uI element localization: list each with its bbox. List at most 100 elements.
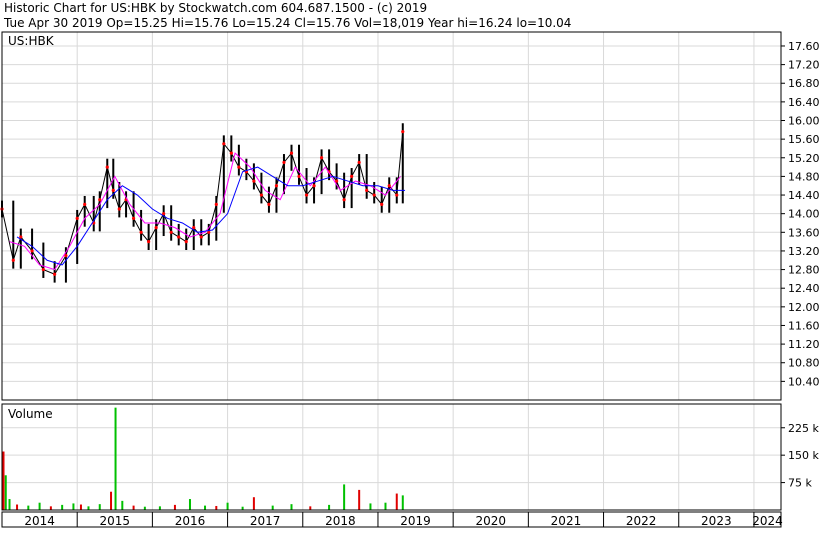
price-tick-label: 13.60 xyxy=(788,226,820,239)
price-point xyxy=(319,156,324,160)
volume-bar xyxy=(61,504,64,510)
price-point xyxy=(387,184,391,188)
price-tick-label: 12.00 xyxy=(788,301,820,314)
volume-chart-title: Volume xyxy=(8,407,53,421)
volume-bar xyxy=(369,503,372,510)
volume-bar xyxy=(87,506,90,510)
volume-bar xyxy=(271,505,274,510)
price-point xyxy=(184,240,188,244)
x-axis-label: 2024 xyxy=(752,514,783,528)
price-point xyxy=(289,151,294,155)
volume-bar xyxy=(110,491,113,510)
price-point xyxy=(395,193,399,197)
price-tick-label: 17.20 xyxy=(788,59,820,72)
price-tick-label: 10.40 xyxy=(788,375,820,388)
price-tick-label: 13.20 xyxy=(788,245,820,258)
volume-bar xyxy=(16,504,19,510)
price-point xyxy=(237,165,241,169)
price-tick-label: 12.40 xyxy=(788,282,820,295)
chart-header-line2: Tue Apr 30 2019 Op=15.25 Hi=15.76 Lo=15.… xyxy=(3,16,571,30)
x-axis-label: 2017 xyxy=(250,514,281,528)
volume-bar xyxy=(8,499,11,510)
price-point xyxy=(214,202,218,206)
price-point xyxy=(53,272,57,276)
volume-bar xyxy=(343,484,346,510)
volume-bar xyxy=(132,505,135,510)
price-point xyxy=(83,202,87,206)
price-tick-label: 15.60 xyxy=(788,133,820,146)
volume-bar xyxy=(72,503,75,510)
volume-tick-label: 150 k xyxy=(788,449,819,462)
moving-average-long xyxy=(16,166,406,266)
price-point xyxy=(312,184,316,188)
price-point xyxy=(98,198,102,202)
price-point xyxy=(199,235,203,239)
price-tick-label: 16.40 xyxy=(788,96,820,109)
price-point xyxy=(117,207,121,211)
volume-bar xyxy=(158,506,161,510)
volume-tick-label: 225 k xyxy=(788,422,819,435)
chart-canvas: Historic Chart for US:HBK by Stockwatch.… xyxy=(0,1,820,528)
volume-bar xyxy=(38,502,41,510)
x-axis-label: 2015 xyxy=(100,514,131,528)
stock-chart: Historic Chart for US:HBK by Stockwatch.… xyxy=(0,0,830,543)
volume-bar xyxy=(121,500,124,510)
price-point xyxy=(357,160,361,165)
x-axis-label: 2014 xyxy=(24,514,55,528)
volume-bar xyxy=(173,504,176,510)
volume-bar xyxy=(401,495,404,510)
volume-bar xyxy=(188,499,191,510)
volume-bar xyxy=(2,451,5,510)
volume-bar xyxy=(79,504,82,510)
moving-average-short xyxy=(9,152,401,271)
price-point xyxy=(229,151,233,155)
price-point xyxy=(169,230,173,234)
price-point xyxy=(274,184,279,188)
volume-bar xyxy=(358,489,361,510)
price-point xyxy=(105,165,109,169)
price-tick-label: 14.80 xyxy=(788,170,820,183)
price-point xyxy=(111,188,115,192)
price-tick-label: 14.00 xyxy=(788,208,820,221)
price-point xyxy=(252,179,256,183)
price-point xyxy=(342,198,346,202)
price-point xyxy=(222,142,226,146)
price-point xyxy=(41,267,45,272)
price-tick-label: 11.60 xyxy=(788,319,820,332)
price-tick-label: 10.80 xyxy=(788,357,820,370)
price-point xyxy=(11,258,15,262)
price-tick-label: 12.80 xyxy=(788,264,820,277)
price-point xyxy=(177,235,181,239)
price-close-line xyxy=(1,131,404,275)
price-point xyxy=(154,226,158,230)
price-point xyxy=(380,202,384,206)
price-point xyxy=(267,202,271,206)
volume-bar xyxy=(215,505,218,510)
x-axis-label: 2022 xyxy=(626,514,657,528)
chart-header-line1: Historic Chart for US:HBK by Stockwatch.… xyxy=(4,1,427,15)
x-axis-label: 2023 xyxy=(701,514,732,528)
price-point xyxy=(30,249,34,253)
volume-bar xyxy=(27,505,30,510)
volume-panel: 225 k 150 k 75 k xyxy=(1,403,819,511)
price-panel: 17.60 17.20 16.80 16.40 16.00 15.60 15.20 14.80… xyxy=(0,31,820,401)
price-point xyxy=(147,240,151,244)
volume-bar xyxy=(328,504,331,510)
volume-tick-label: 75 k xyxy=(788,477,812,490)
volume-bar xyxy=(98,504,101,510)
price-tick-label: 15.20 xyxy=(788,152,820,165)
x-axis-label: 2021 xyxy=(551,514,582,528)
volume-plot-frame xyxy=(1,403,782,511)
price-point xyxy=(304,193,309,197)
x-axis-label: 2016 xyxy=(175,514,206,528)
volume-bar xyxy=(384,502,387,510)
price-point xyxy=(297,174,301,179)
volume-bar xyxy=(226,502,229,510)
volume-bar xyxy=(4,475,7,510)
price-point xyxy=(372,193,376,197)
price-tick-label: 17.60 xyxy=(788,40,820,53)
price-tick-label: 14.40 xyxy=(788,189,820,202)
price-tick-label: 16.00 xyxy=(788,115,820,128)
price-tick-label: 11.20 xyxy=(788,338,820,351)
x-axis-label: 2019 xyxy=(400,514,431,528)
